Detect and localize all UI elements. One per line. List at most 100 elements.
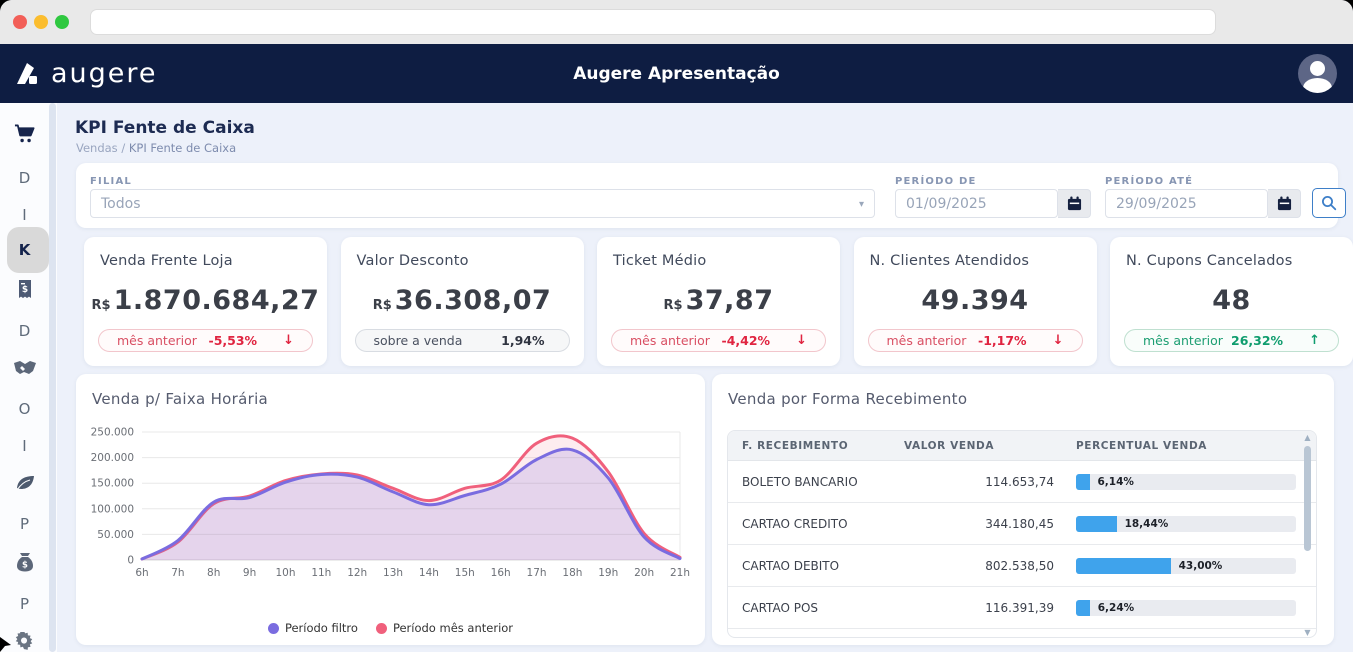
percentual-bar-fill: [1076, 558, 1171, 574]
page-title: KPI Fente de Caixa: [75, 118, 255, 138]
table-row[interactable]: CARTAO DEBITO802.538,5043,00%: [728, 545, 1316, 587]
sidebar-item-d-5[interactable]: D: [0, 312, 49, 350]
badge-value: 26,32%: [1231, 333, 1283, 348]
augere-logo[interactable]: augere: [14, 44, 158, 103]
faixa-horaria-area-chart: 050.000100.000150.000200.000250.0006h7h8…: [84, 422, 690, 584]
svg-text:11h: 11h: [311, 567, 331, 579]
recebimento-table: F. RECEBIMENTO VALOR VENDA PERCENTUAL VE…: [727, 430, 1317, 638]
svg-text:$: $: [22, 561, 28, 571]
browser-chrome: [0, 0, 1353, 44]
sidebar-item-label: D: [19, 322, 31, 340]
svg-text:6h: 6h: [135, 567, 148, 579]
svg-text:10h: 10h: [275, 567, 295, 579]
scrollbar-thumb[interactable]: [1304, 446, 1311, 551]
table-title: Venda por Forma Recebimento: [728, 390, 967, 408]
breadcrumb-separator: /: [121, 141, 129, 155]
valor-venda: 344.180,45: [985, 517, 1054, 531]
svg-text:50.000: 50.000: [97, 529, 134, 541]
avatar-head-shape: [1310, 61, 1325, 76]
chart-legend: Período filtro Período mês anterior: [76, 621, 705, 635]
periodo-ate-input[interactable]: 29/09/2025: [1105, 189, 1268, 218]
scroll-down-icon[interactable]: ▼: [1302, 628, 1313, 637]
table-row[interactable]: BOLETO BANCARIO 114.653,74 6,14%: [728, 461, 1316, 503]
sidebar-item-d-1[interactable]: D: [0, 159, 49, 197]
page-header-title: Augere Apresentação: [0, 44, 1353, 103]
currency-prefix: R$: [373, 298, 392, 313]
svg-text:150.000: 150.000: [91, 478, 134, 490]
app-header: Augere Apresentação augere: [0, 44, 1353, 103]
legend-item[interactable]: Período mês anterior: [376, 621, 513, 635]
badge-label: mês anterior: [887, 333, 979, 348]
sidebar-item-k-3[interactable]: K: [0, 231, 49, 269]
avatar-body-shape: [1303, 78, 1332, 93]
recebimento-name: CARTAO POS: [742, 601, 818, 615]
sidebar-item-money-bag-icon[interactable]: $: [0, 543, 49, 581]
table-row[interactable]: CARTAO CREDITO344.180,4518,44%: [728, 503, 1316, 545]
svg-text:200.000: 200.000: [91, 452, 134, 464]
periodo-de-label: PERÍODO DE: [895, 176, 977, 187]
table-row[interactable]: CARTAO POS116.391,396,24%: [728, 587, 1316, 629]
kpi-comparison-badge: mês anterior-4,42%↓: [611, 329, 826, 352]
badge-value: -1,17%: [978, 333, 1027, 348]
kpi-title: N. Clientes Atendidos: [870, 253, 1030, 269]
sidebar-item-cart-icon[interactable]: [0, 115, 49, 153]
kpi-card-3: N. Clientes Atendidos 49.394 mês anterior-…: [854, 237, 1097, 366]
svg-text:16h: 16h: [491, 567, 511, 579]
periodo-de-value: 01/09/2025: [906, 196, 987, 212]
percentual-bar-fill: [1076, 516, 1117, 532]
badge-value: 1,94%: [501, 333, 544, 348]
money-bag-icon: $: [16, 552, 34, 572]
svg-text:13h: 13h: [383, 567, 403, 579]
badge-value: -4,42%: [722, 333, 771, 348]
periodo-de-input[interactable]: 01/09/2025: [895, 189, 1058, 218]
svg-text:19h: 19h: [598, 567, 618, 579]
sidebar-item-i-8[interactable]: I: [0, 427, 49, 465]
percentual-label: 18,44%: [1125, 517, 1169, 531]
table-header-row: F. RECEBIMENTO VALOR VENDA PERCENTUAL VE…: [728, 431, 1316, 461]
maximize-window-button[interactable]: [55, 15, 69, 29]
chart-title: Venda p/ Faixa Horária: [92, 390, 268, 408]
minimize-window-button[interactable]: [34, 15, 48, 29]
sidebar-item-p-12[interactable]: P: [0, 585, 49, 623]
sidebar-item-invoice-dollar-icon[interactable]: $: [0, 271, 49, 309]
recebimento-name: BOLETO BANCARIO: [742, 475, 858, 489]
svg-text:250.000: 250.000: [91, 427, 134, 439]
badge-label: mês anterior: [1143, 333, 1231, 348]
sidebar-item-leaf-icon[interactable]: [0, 464, 49, 502]
user-avatar[interactable]: [1298, 54, 1337, 93]
breadcrumb-parent[interactable]: Vendas: [76, 141, 118, 155]
badge-label: mês anterior: [117, 333, 209, 348]
legend-item[interactable]: Período filtro: [268, 621, 358, 635]
kpi-value-row: 49.394: [854, 285, 1097, 316]
address-bar[interactable]: [90, 9, 1216, 35]
sidebar-item-label: K: [19, 241, 31, 259]
legend-label: Período filtro: [285, 621, 358, 635]
legend-label: Período mês anterior: [393, 621, 513, 635]
periodo-ate-label: PERÍODO ATÉ: [1105, 176, 1193, 187]
badge-value: -5,53%: [209, 333, 258, 348]
kpi-comparison-badge: mês anterior-1,17%↓: [868, 329, 1083, 352]
close-window-button[interactable]: [13, 15, 27, 29]
scroll-up-icon[interactable]: ▲: [1302, 433, 1313, 442]
periodo-de-calendar-button[interactable]: [1058, 189, 1091, 218]
filial-select[interactable]: Todos ▾: [90, 189, 875, 218]
percentual-bar-fill: [1076, 600, 1090, 616]
percentual-label: 6,14%: [1098, 475, 1134, 489]
kpi-card-0: Venda Frente LojaR$1.870.684,27mês anter…: [84, 237, 327, 366]
badge-label: sobre a venda: [374, 333, 502, 348]
sidebar-item-handshake-icon[interactable]: [0, 349, 49, 387]
sidebar-item-p-10[interactable]: P: [0, 505, 49, 543]
valor-venda: 114.653,74: [985, 475, 1054, 489]
sidebar-scrollbar[interactable]: [49, 103, 56, 652]
percentual-bar-track: 6,14%: [1076, 474, 1296, 490]
periodo-ate-calendar-button[interactable]: [1268, 189, 1301, 218]
svg-text:18h: 18h: [562, 567, 582, 579]
sidebar-item-label: D: [19, 169, 31, 187]
kpi-value: 37,87: [686, 285, 774, 316]
sidebar-item-label: I: [22, 437, 26, 455]
search-button[interactable]: [1312, 188, 1346, 218]
table-scrollbar[interactable]: ▲ ▼: [1302, 433, 1313, 637]
sidebar-item-o-7[interactable]: O: [0, 390, 49, 428]
invoice-dollar-icon: $: [17, 280, 33, 300]
percentual-bar-track: 6,24%: [1076, 600, 1296, 616]
